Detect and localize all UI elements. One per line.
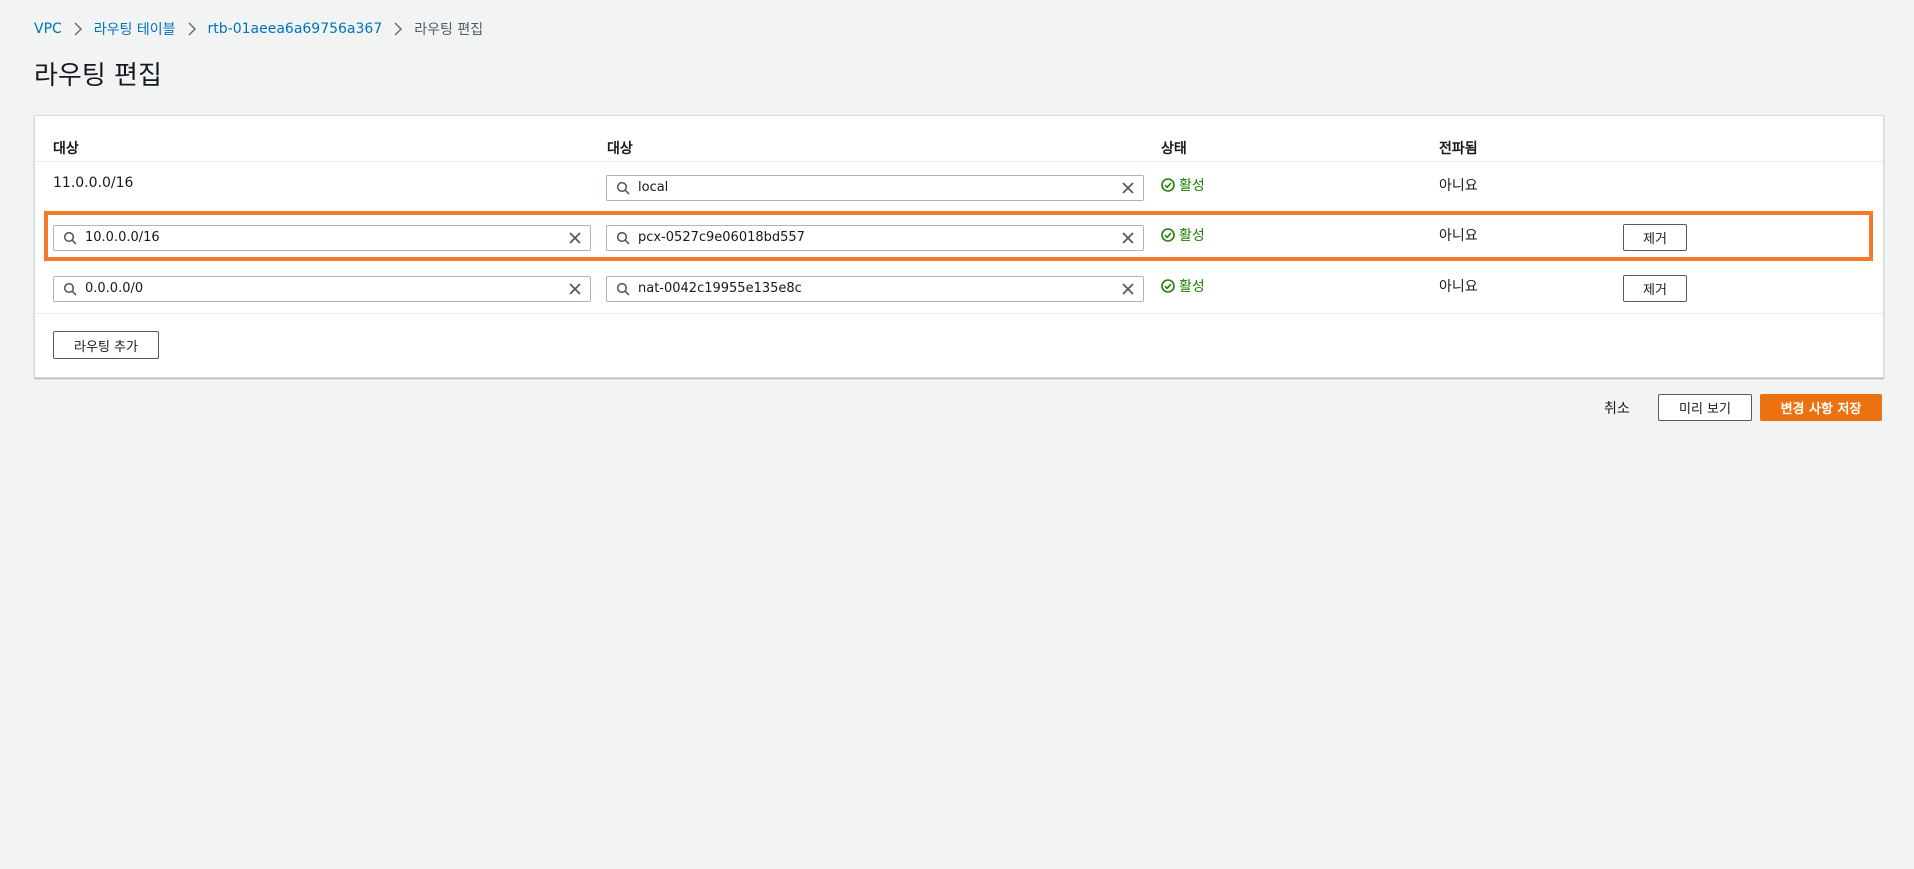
- breadcrumb-route-tables[interactable]: 라우팅 테이블: [94, 19, 176, 39]
- header-status: 상태: [1161, 141, 1187, 157]
- destination-text: 11.0.0.0/16: [53, 175, 134, 191]
- close-icon[interactable]: [568, 282, 582, 296]
- target-value: pcx-0527c9e06018bd557: [638, 230, 805, 245]
- target-input[interactable]: nat-0042c19955e135e8c: [606, 276, 1144, 302]
- status-badge: 활성: [1161, 276, 1205, 296]
- check-circle-icon: [1161, 178, 1175, 192]
- chevron-right-icon: [73, 22, 83, 36]
- target-value: local: [638, 180, 669, 195]
- breadcrumb-current: 라우팅 편집: [414, 22, 484, 38]
- status-badge: 활성: [1161, 175, 1205, 195]
- header-propagated: 전파됨: [1439, 141, 1478, 157]
- propagated-text: 아니요: [1439, 178, 1478, 194]
- preview-button[interactable]: 미리 보기: [1658, 394, 1752, 421]
- destination-input[interactable]: 10.0.0.0/16: [53, 225, 591, 251]
- search-icon: [63, 282, 77, 296]
- header-target: 대상: [607, 141, 633, 157]
- search-icon: [63, 231, 77, 245]
- check-circle-icon: [1161, 279, 1175, 293]
- search-icon: [616, 231, 630, 245]
- breadcrumb-vpc[interactable]: VPC: [34, 21, 62, 37]
- target-input[interactable]: local: [606, 175, 1144, 201]
- close-icon[interactable]: [1121, 231, 1135, 245]
- chevron-right-icon: [187, 22, 197, 36]
- breadcrumb-route-table-id[interactable]: rtb-01aeea6a69756a367: [208, 21, 383, 37]
- remove-button[interactable]: 제거: [1623, 224, 1687, 251]
- destination-input[interactable]: 0.0.0.0/0: [53, 276, 591, 302]
- header-destination: 대상: [53, 141, 79, 157]
- status-text: 활성: [1179, 228, 1205, 244]
- close-icon[interactable]: [1121, 282, 1135, 296]
- close-icon[interactable]: [568, 231, 582, 245]
- status-text: 활성: [1179, 178, 1205, 194]
- destination-value: 10.0.0.0/16: [85, 230, 160, 245]
- propagated-text: 아니요: [1439, 228, 1478, 244]
- status-text: 활성: [1179, 279, 1205, 295]
- search-icon: [616, 282, 630, 296]
- routes-panel: 대상 대상 상태 전파됨 11.0.0.0/16 local 활성 아니요 10…: [34, 115, 1884, 378]
- remove-button[interactable]: 제거: [1623, 275, 1687, 302]
- propagated-text: 아니요: [1439, 279, 1478, 295]
- breadcrumb: VPC 라우팅 테이블 rtb-01aeea6a69756a367 라우팅 편집: [34, 19, 483, 39]
- check-circle-icon: [1161, 228, 1175, 242]
- add-route-button[interactable]: 라우팅 추가: [53, 331, 159, 359]
- destination-value: 0.0.0.0/0: [85, 281, 144, 296]
- page-title: 라우팅 편집: [34, 61, 162, 91]
- close-icon[interactable]: [1121, 181, 1135, 195]
- rows-divider: [35, 313, 1883, 314]
- chevron-right-icon: [393, 22, 403, 36]
- target-value: nat-0042c19955e135e8c: [638, 281, 802, 296]
- target-input[interactable]: pcx-0527c9e06018bd557: [606, 225, 1144, 251]
- search-icon: [616, 181, 630, 195]
- header-divider: [35, 161, 1883, 162]
- cancel-button[interactable]: 취소: [1604, 398, 1630, 418]
- save-changes-button[interactable]: 변경 사항 저장: [1760, 394, 1882, 421]
- status-badge: 활성: [1161, 225, 1205, 245]
